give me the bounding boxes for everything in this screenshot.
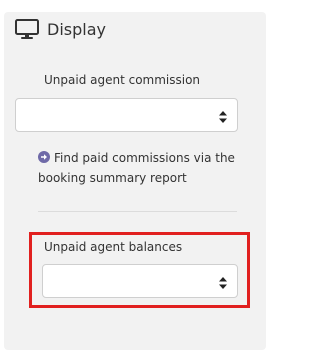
arrow-circle-right-icon	[38, 151, 50, 163]
unpaid-agent-balances-select[interactable]	[42, 264, 238, 298]
booking-summary-hint[interactable]: Find paid commissions via the booking su…	[38, 148, 248, 188]
monitor-icon	[15, 19, 39, 39]
select-arrows-icon	[219, 277, 227, 289]
section-header: Display	[15, 19, 106, 39]
unpaid-agent-commission-select[interactable]	[15, 98, 238, 132]
divider	[38, 211, 237, 212]
unpaid-agent-commission-label: Unpaid agent commission	[44, 73, 201, 87]
hint-text: Find paid commissions via the booking su…	[38, 151, 235, 185]
section-title: Display	[47, 19, 106, 39]
unpaid-agent-balances-label: Unpaid agent balances	[44, 240, 183, 254]
select-arrows-icon	[219, 111, 227, 123]
